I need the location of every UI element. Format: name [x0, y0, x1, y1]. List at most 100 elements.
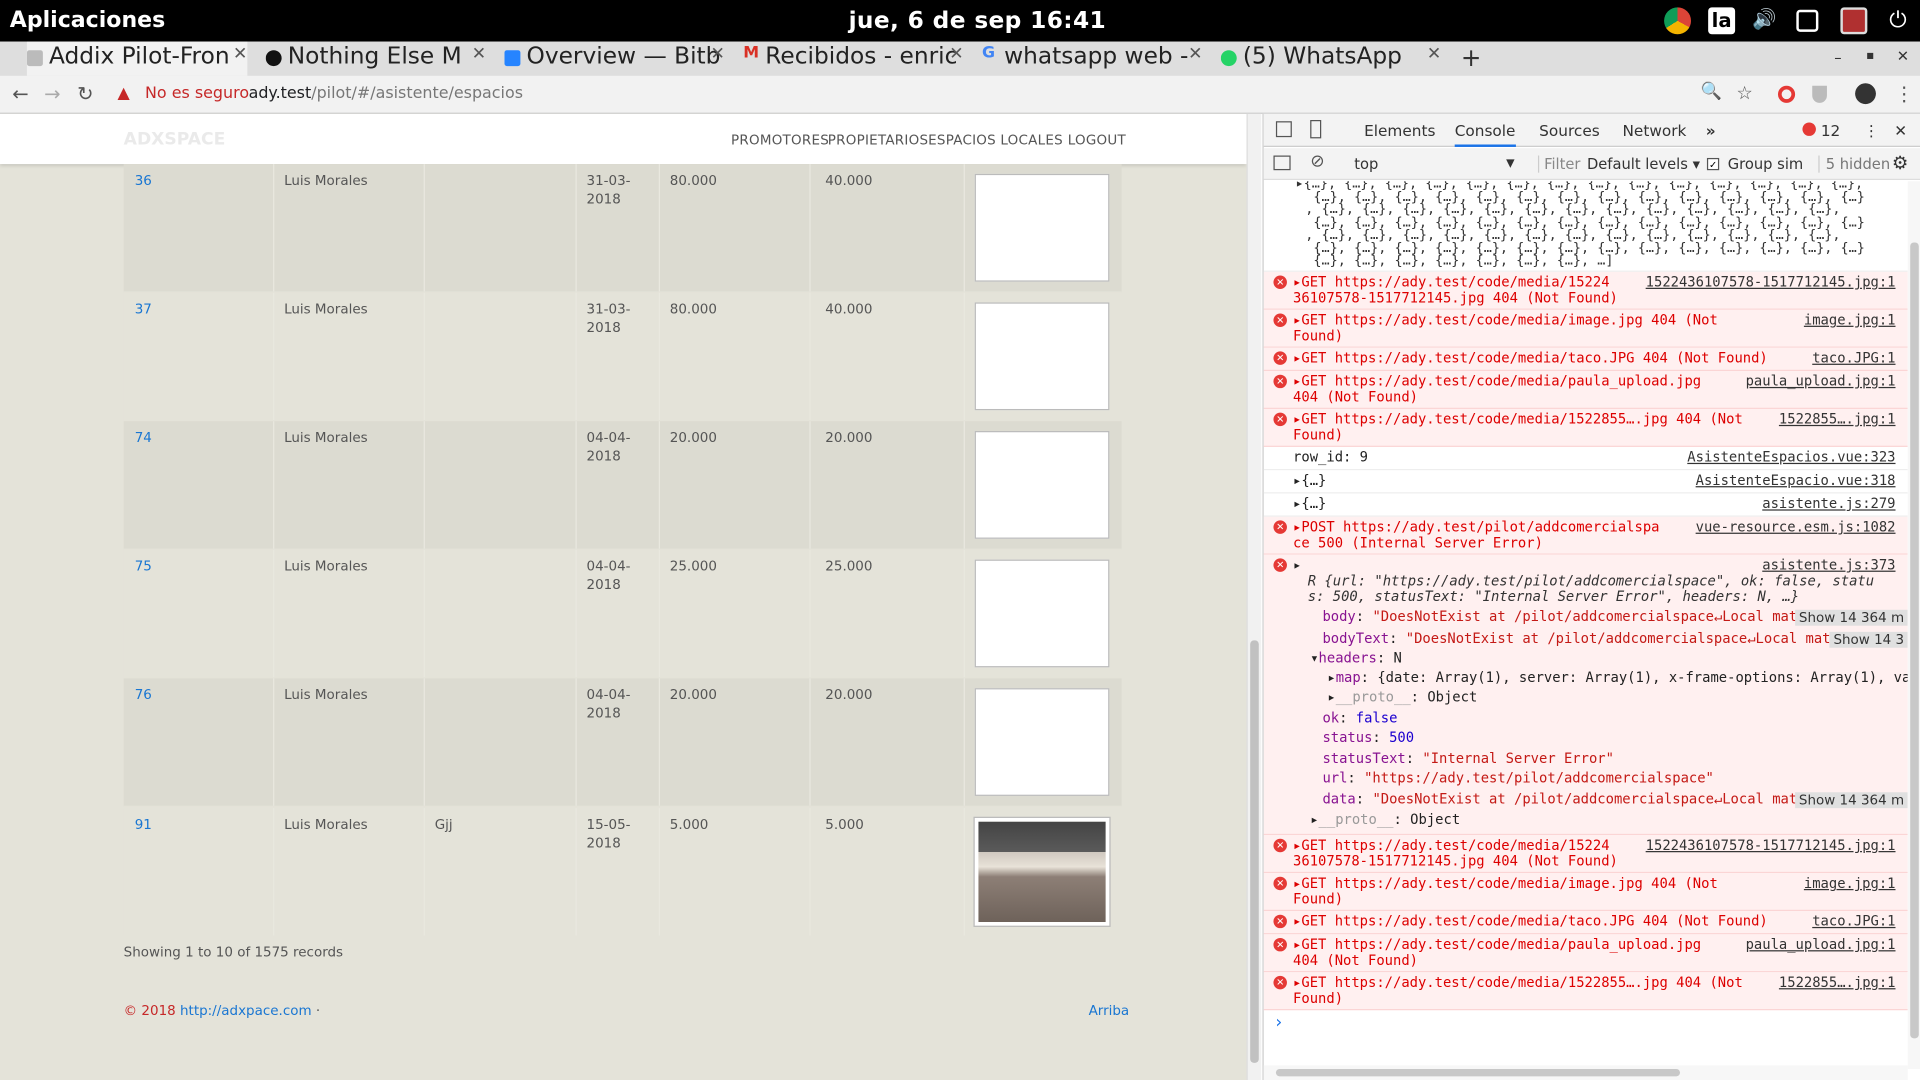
back-icon[interactable]: ← — [12, 82, 28, 105]
devtools-menu-icon[interactable]: ⋮ — [1864, 121, 1879, 139]
message-source-link[interactable]: asistente.js:279 — [1762, 496, 1895, 512]
close-tab-icon[interactable]: ✕ — [1188, 44, 1202, 64]
response-summary[interactable]: R {url: "https://ady.test/pilot/addcomer… — [1308, 573, 1874, 589]
tab-network[interactable]: Network — [1622, 121, 1686, 139]
console-log-message[interactable]: row_id: 9 AsistenteEspacios.vue:323 — [1263, 447, 1908, 471]
minimize-window-button[interactable]: – — [1834, 49, 1841, 66]
clock[interactable]: jue, 6 de sep 16:41 — [849, 7, 1107, 34]
close-window-button[interactable]: ✕ — [1897, 48, 1909, 65]
group-similar-checkbox[interactable]: ✓ — [1706, 157, 1720, 171]
browser-menu-icon[interactable]: ⋮ — [1894, 82, 1914, 105]
message-source-link[interactable]: image.jpg:1 — [1804, 312, 1896, 328]
console-scrollbar[interactable] — [1907, 181, 1920, 1069]
maximize-window-button[interactable]: ▪ — [1866, 49, 1874, 62]
tab-elements[interactable]: Elements — [1364, 121, 1435, 139]
volume-icon[interactable]: 🔊 — [1751, 7, 1778, 34]
back-to-top-link[interactable]: Arriba — [1089, 1003, 1130, 1019]
nav-logout[interactable]: LOGOUT — [1068, 132, 1126, 148]
console-hscrollbar-thumb[interactable] — [1275, 1068, 1681, 1077]
console-horizontal-scrollbar[interactable] — [1263, 1065, 1908, 1080]
console-error-message[interactable]: ✕ ▸GET https://ady.test/code/media/paula_… — [1263, 934, 1908, 973]
space-id-link[interactable]: 36 — [135, 171, 152, 189]
context-select[interactable]: top — [1354, 156, 1378, 173]
message-source-link[interactable]: paula_upload.jpg:1 — [1746, 937, 1896, 953]
close-tab-icon[interactable]: ✕ — [472, 44, 486, 64]
filter-input[interactable]: Filter — [1537, 155, 1580, 173]
nav-promotores[interactable]: PROMOTORES — [731, 132, 829, 148]
device-toolbar-icon[interactable] — [1310, 120, 1322, 139]
console-error-message[interactable]: ✕ ▸GET https://ady.test/code/media/taco.J… — [1263, 911, 1908, 935]
message-source-link[interactable]: 1522436107578-1517712145.jpg:1 — [1646, 274, 1896, 290]
message-source-link[interactable]: paula_upload.jpg:1 — [1746, 373, 1896, 389]
message-source-link[interactable]: vue-resource.esm.js:1082 — [1696, 519, 1896, 535]
table-row[interactable]: 36 Luis Morales 31-03- 2018 80.000 40.000 — [123, 164, 1122, 293]
forward-icon[interactable]: → — [44, 82, 60, 105]
prop-statustext[interactable]: statusText: "Internal Server Error" — [1322, 751, 1614, 767]
console-response-object[interactable]: ✕ ▸ asistente.js:373 R {url: "https://ady.t… — [1263, 554, 1908, 836]
prop-status[interactable]: status: 500 — [1322, 730, 1414, 746]
space-id-link[interactable]: 74 — [135, 429, 152, 447]
log-levels-select[interactable]: Default levels ▾ — [1587, 156, 1700, 173]
message-source-link[interactable]: taco.JPG:1 — [1812, 350, 1895, 366]
close-tab-icon[interactable]: ✕ — [949, 44, 963, 64]
response-summary-cont[interactable]: s: 500, statusText: "Internal Server Err… — [1308, 589, 1799, 605]
console-error-message[interactable]: ✕ ▸GET https://ady.test/code/media/152285… — [1263, 408, 1908, 447]
power-icon[interactable]: ⏻ — [1884, 7, 1911, 34]
prop-map[interactable]: ▸map: {date: Array(1), server: Array(1),… — [1327, 670, 1907, 686]
table-row[interactable]: 91 Luis Morales Gjj 15-05- 2018 5.000 5.000 — [123, 808, 1122, 937]
inspect-element-icon[interactable] — [1275, 121, 1292, 138]
show-more-button[interactable]: Show 14 364 m — [1795, 609, 1908, 626]
tab-gmail[interactable]: M Recibidos - enric ✕ — [743, 42, 963, 76]
message-source-link[interactable]: image.jpg:1 — [1804, 876, 1896, 892]
url-field[interactable]: ady.test/pilot/#/asistente/espacios — [249, 84, 523, 102]
clipboard-icon[interactable] — [1796, 9, 1819, 32]
console-error-message[interactable]: ✕ ▸GET https://ady.test/code/media/15224 … — [1263, 835, 1908, 874]
page-scrollbar-thumb[interactable] — [1250, 640, 1259, 1063]
close-tab-icon[interactable]: ✕ — [711, 44, 725, 64]
console-settings-gear-icon[interactable]: ⚙ — [1892, 152, 1908, 174]
console-log-message[interactable]: ▸{…} AsistenteEspacio.vue:318 — [1263, 470, 1908, 494]
console-prompt[interactable]: › — [1273, 1014, 1283, 1031]
tab-bitbucket[interactable]: Overview — Bitb ✕ — [504, 42, 725, 76]
prop-headers[interactable]: ▾headers: N — [1310, 650, 1402, 666]
show-more-button[interactable]: Show 14 3 — [1829, 631, 1908, 648]
space-thumbnail[interactable] — [973, 816, 1111, 927]
console-error-message[interactable]: ✕ ▸GET https://ady.test/code/media/152285… — [1263, 972, 1908, 1011]
table-row[interactable]: 37 Luis Morales 31-03- 2018 80.000 40.000 — [123, 292, 1122, 422]
show-more-button[interactable]: Show 14 364 m — [1795, 792, 1908, 809]
bookmark-star-icon[interactable]: ☆ — [1736, 82, 1752, 104]
nav-propietarios[interactable]: PROPIETARIOS — [828, 132, 929, 148]
console-error-message[interactable]: ✕ ▸GET https://ady.test/code/media/15224 … — [1263, 271, 1908, 310]
console-log-message[interactable]: ▸{…} asistente.js:279 — [1263, 493, 1908, 517]
message-source-link[interactable]: 1522855….jpg:1 — [1779, 975, 1896, 991]
space-id-link[interactable]: 91 — [135, 816, 152, 834]
console-error-message[interactable]: ✕ ▸GET https://ady.test/code/media/image.… — [1263, 309, 1908, 348]
space-thumbnail[interactable] — [974, 431, 1110, 539]
message-source-link[interactable]: AsistenteEspacio.vue:318 — [1696, 473, 1896, 489]
space-id-link[interactable]: 75 — [135, 557, 152, 575]
space-id-link[interactable]: 76 — [135, 686, 152, 704]
space-thumbnail[interactable] — [974, 688, 1110, 796]
applications-menu[interactable]: Aplicaciones — [10, 7, 165, 33]
prop-body[interactable]: body: "DoesNotExist at /pilot/addcomerci… — [1322, 609, 1797, 625]
table-row[interactable]: 75 Luis Morales 04-04- 2018 25.000 25.000 — [123, 549, 1122, 679]
message-source-link[interactable]: 1522855….jpg:1 — [1779, 411, 1896, 427]
console-error-message[interactable]: ✕ ▸GET https://ady.test/code/media/image.… — [1263, 873, 1908, 912]
clear-console-icon[interactable]: ⊘ — [1310, 152, 1324, 172]
lastfm-icon[interactable]: la — [1708, 7, 1736, 35]
message-source-link[interactable]: taco.JPG:1 — [1812, 913, 1895, 929]
table-row[interactable]: 74 Luis Morales 04-04- 2018 20.000 20.000 — [123, 421, 1122, 550]
nav-espacios[interactable]: ESPACIOS — [928, 132, 996, 148]
message-source-link[interactable]: 1522436107578-1517712145.jpg:1 — [1646, 838, 1896, 854]
close-tab-icon[interactable]: ✕ — [233, 44, 247, 64]
space-thumbnail[interactable] — [974, 173, 1110, 282]
expand-arrow-icon[interactable]: ▸ — [1293, 557, 1301, 573]
reload-icon[interactable]: ↻ — [77, 82, 93, 105]
chrome-icon[interactable] — [1664, 7, 1692, 35]
console-error-message[interactable]: ✕ ▸GET https://ady.test/code/media/paula_… — [1263, 371, 1908, 409]
console-error-message[interactable]: ✕ ▸GET https://ady.test/code/media/taco.J… — [1263, 347, 1908, 372]
shield-extension-icon[interactable] — [1812, 85, 1827, 103]
prop-data[interactable]: data: "DoesNotExist at /pilot/addcomerci… — [1322, 791, 1797, 807]
display-icon[interactable] — [1840, 7, 1868, 35]
nav-locales[interactable]: LOCALES — [1000, 132, 1063, 148]
